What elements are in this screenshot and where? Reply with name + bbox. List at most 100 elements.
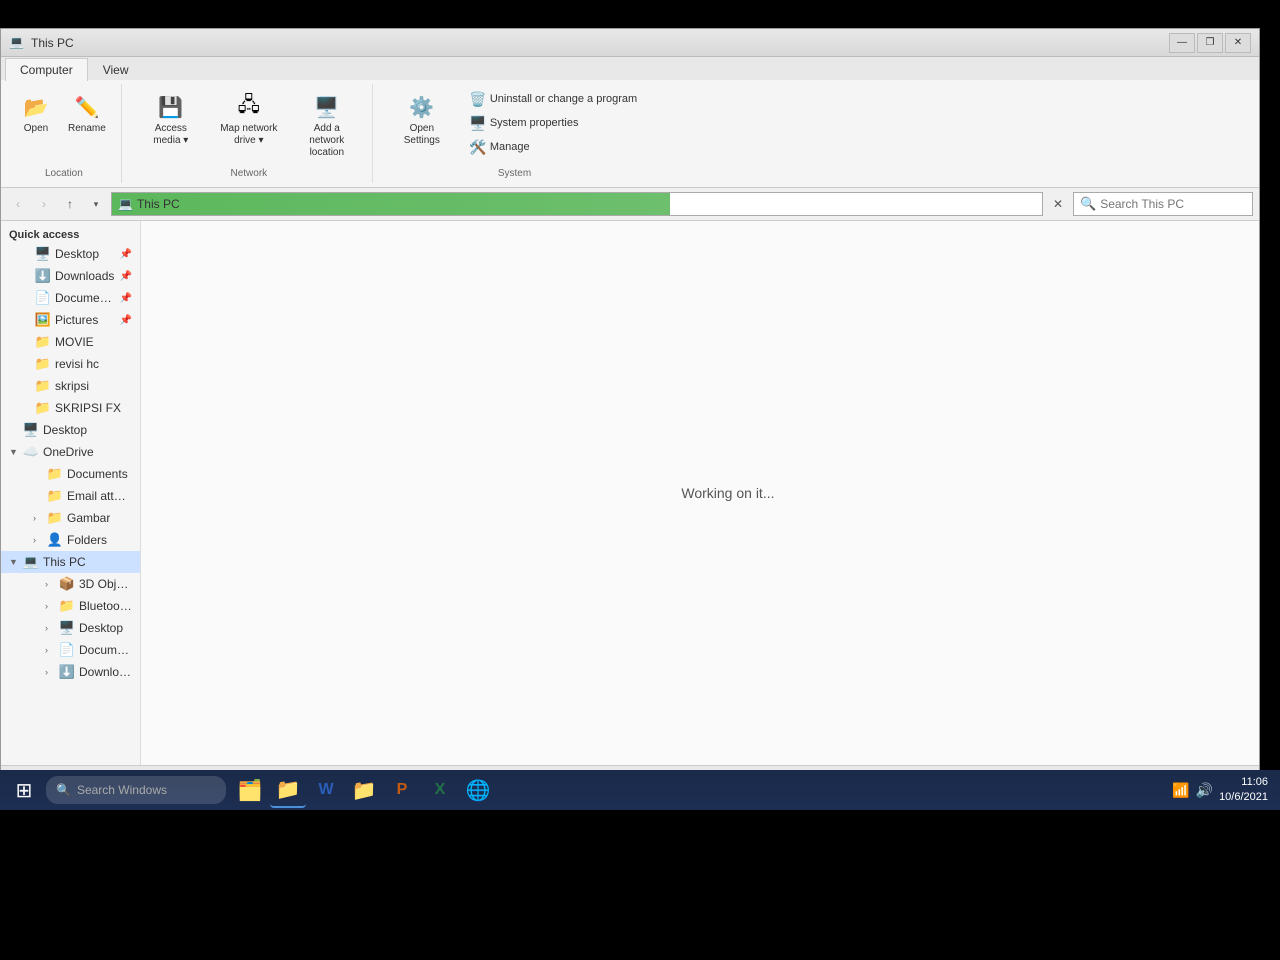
fileexplorer-icon: 📁 <box>276 777 301 802</box>
sidebar-item-skripsi[interactable]: 📁 skripsi <box>1 375 140 397</box>
search-input[interactable] <box>1100 197 1255 211</box>
settings-label: Open Settings <box>392 123 452 147</box>
rename-label: Rename <box>68 123 106 135</box>
add-network-icon: 🖥️ <box>313 93 341 121</box>
sidebar-item-desktop-main[interactable]: 🖥️ Desktop <box>1 419 140 441</box>
start-icon: ⊞ <box>16 778 33 803</box>
sidebar-item-revisihc[interactable]: 📁 revisi hc <box>1 353 140 375</box>
taskbar-search-text: Search Windows <box>77 783 167 797</box>
rename-icon: ✏️ <box>73 93 101 121</box>
pin-icon: 📌 <box>120 315 132 326</box>
pin-icon: 📌 <box>120 293 132 304</box>
manage-icon: 🛠️ <box>470 139 486 155</box>
sidebar-item-downloads[interactable]: ⬇️ Downloads 📌 <box>1 265 140 287</box>
thispc-downloads-label: Downloads <box>79 665 132 679</box>
access-media-icon: 💾 <box>157 93 185 121</box>
sidebar-item-thispc-desktop[interactable]: › 🖥️ Desktop <box>1 617 140 639</box>
date-display: 10/6/2021 <box>1219 790 1268 805</box>
sidebar-item-thispc-documents[interactable]: › 📄 Documents <box>1 639 140 661</box>
taskbar-search-icon: 🔍 <box>56 783 71 797</box>
pictures-icon: 🖼️ <box>35 312 51 328</box>
taskbar-powerpoint[interactable]: P <box>384 772 420 808</box>
folders-expand-arrow: › <box>33 535 43 545</box>
folders-icon: 👤 <box>47 532 63 548</box>
working-text: Working on it... <box>681 485 774 501</box>
network-group-label: Network <box>230 168 267 179</box>
onedrive-documents-icon: 📁 <box>47 466 63 482</box>
tab-view[interactable]: View <box>88 58 144 81</box>
address-progress-bar <box>112 193 670 215</box>
ribbon-group-location: 📂 Open ✏️ Rename Location <box>7 84 122 183</box>
search-icon: 🔍 <box>1080 196 1096 212</box>
systray-time[interactable]: 11:06 10/6/2021 <box>1219 775 1268 806</box>
taskbar-explorer2[interactable]: 📁 <box>346 772 382 808</box>
thispc-icon: 💻 <box>23 554 39 570</box>
taskbar-search[interactable]: 🔍 Search Windows <box>46 776 226 804</box>
manage-button[interactable]: 🛠️ Manage <box>463 136 644 158</box>
taskbar: ⊞ 🔍 Search Windows 🗂️ 📁 W 📁 P X 🌐 📶 🔊 <box>0 770 1280 810</box>
location-buttons: 📂 Open ✏️ Rename <box>15 88 113 140</box>
chrome-icon: 🌐 <box>466 778 491 803</box>
network-icon[interactable]: 📶 <box>1172 782 1189 799</box>
sidebar-item-movie[interactable]: 📁 MOVIE <box>1 331 140 353</box>
access-media-button[interactable]: 💾 Access media ▾ <box>134 88 208 152</box>
network-buttons: 💾 Access media ▾ 🖧 Map network drive ▾ 🖥… <box>134 88 364 164</box>
sidebar-item-thispc-downloads[interactable]: › ⬇️ Downloads <box>1 661 140 683</box>
taskbar-chrome[interactable]: 🌐 <box>460 772 496 808</box>
access-media-label: Access media ▾ <box>141 123 201 147</box>
thispc-expand-arrow: ▼ <box>9 557 19 567</box>
sidebar-item-pictures[interactable]: 🖼️ Pictures 📌 <box>1 309 140 331</box>
sidebar-item-email-attachments[interactable]: 📁 Email attachm... <box>1 485 140 507</box>
location-group-label: Location <box>45 168 83 179</box>
sidebar-item-gambar[interactable]: › 📁 Gambar <box>1 507 140 529</box>
open-settings-button[interactable]: ⚙️ Open Settings <box>385 88 459 152</box>
sidebar-item-bluetoothftp[interactable]: › 📁 Bluetooth FTP <box>1 595 140 617</box>
bluetooth-expand-arrow: › <box>45 601 55 611</box>
sidebar-item-skripsifx[interactable]: 📁 SKRIPSI FX <box>1 397 140 419</box>
sidebar-item-desktop[interactable]: 🖥️ Desktop 📌 <box>1 243 140 265</box>
close-button[interactable]: ✕ <box>1225 33 1251 53</box>
pin-icon: 📌 <box>120 271 132 282</box>
excel-icon: X <box>435 781 446 799</box>
system-props-icon: 🖥️ <box>470 115 486 131</box>
search-box[interactable]: 🔍 <box>1073 192 1253 216</box>
uninstall-icon: 🗑️ <box>470 91 486 107</box>
sidebar-item-onedrive[interactable]: ▼ ☁️ OneDrive <box>1 441 140 463</box>
titlebar-controls: — ❐ ✕ <box>1169 33 1251 53</box>
skripsi-label: skripsi <box>55 379 89 393</box>
uninstall-button[interactable]: 🗑️ Uninstall or change a program <box>463 88 644 110</box>
recent-locations-button[interactable]: ▾ <box>85 193 107 215</box>
open-button[interactable]: 📂 Open <box>15 88 57 140</box>
map-network-drive-button[interactable]: 🖧 Map network drive ▾ <box>212 88 286 152</box>
add-network-location-button[interactable]: 🖥️ Add a network location <box>290 88 364 164</box>
rename-button[interactable]: ✏️ Rename <box>61 88 113 140</box>
sidebar-item-3dobjects[interactable]: › 📦 3D Objects <box>1 573 140 595</box>
bluetooth-label: Bluetooth FTP <box>79 599 132 613</box>
minimize-button[interactable]: — <box>1169 33 1195 53</box>
forward-button[interactable]: › <box>33 193 55 215</box>
sidebar-item-thispc[interactable]: ▼ 💻 This PC <box>1 551 140 573</box>
pictures-label: Pictures <box>55 313 98 327</box>
system-properties-button[interactable]: 🖥️ System properties <box>463 112 644 134</box>
3dobjects-icon: 📦 <box>59 576 75 592</box>
taskbar-fileexplorer[interactable]: 📁 <box>270 772 306 808</box>
gambar-icon: 📁 <box>47 510 63 526</box>
back-button[interactable]: ‹ <box>7 193 29 215</box>
main-window: 💻 This PC — ❐ ✕ Computer View 📂 Open <box>0 28 1260 788</box>
address-bar[interactable]: 💻 This PC <box>111 192 1043 216</box>
sidebar-item-documents[interactable]: 📄 Documents 📌 <box>1 287 140 309</box>
address-close-button[interactable]: ✕ <box>1047 193 1069 215</box>
sidebar-item-onedrive-documents[interactable]: 📁 Documents <box>1 463 140 485</box>
gambar-label: Gambar <box>67 511 110 525</box>
open-icon: 📂 <box>22 93 50 121</box>
sidebar-item-folders[interactable]: › 👤 Folders <box>1 529 140 551</box>
maximize-button[interactable]: ❐ <box>1197 33 1223 53</box>
taskbar-word[interactable]: W <box>308 772 344 808</box>
volume-icon[interactable]: 🔊 <box>1196 782 1213 799</box>
start-button[interactable]: ⊞ <box>4 770 44 810</box>
up-button[interactable]: ↑ <box>59 193 81 215</box>
taskbar-taskview[interactable]: 🗂️ <box>232 772 268 808</box>
time-display: 11:06 <box>1219 775 1268 790</box>
tab-computer[interactable]: Computer <box>5 58 88 81</box>
taskbar-excel[interactable]: X <box>422 772 458 808</box>
